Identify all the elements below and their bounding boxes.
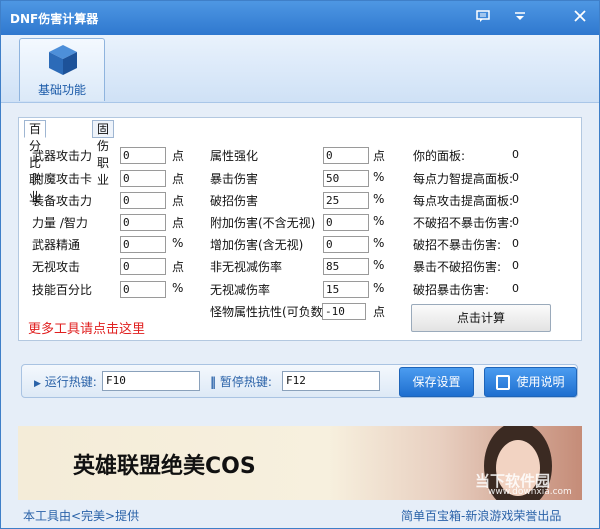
result-label: 破招暴击伤害: (413, 283, 490, 297)
save-settings-button[interactable]: 保存设置 (399, 367, 474, 397)
result-value: 0 (512, 237, 519, 250)
field-label: 技能百分比 (32, 283, 93, 297)
footer-credit: 本工具由<完美>提供 (23, 509, 140, 523)
result-value: 0 (512, 193, 519, 206)
result-label: 破招不暴击伤害: (413, 238, 502, 252)
field-label: 无视攻击 (32, 260, 81, 274)
title-bar: DNF伤害计算器 (1, 1, 599, 35)
field-label: 无视减伤率 (210, 283, 271, 297)
field-label: 增加伤害(含无视) (210, 238, 304, 252)
cube-icon (49, 45, 77, 75)
result-value: 0 (512, 171, 519, 184)
tab-fixed-class[interactable]: 固伤职业 (92, 120, 115, 187)
message-icon[interactable] (472, 7, 494, 29)
unit-label: 点 (373, 305, 386, 319)
field-input[interactable]: 0 (120, 214, 166, 231)
footer: 本工具由<完美>提供 简单百宝箱-新浪游戏荣誉出品 (1, 503, 599, 529)
field-input[interactable]: 0 (120, 170, 166, 187)
unit-label: 点 (172, 216, 185, 230)
toolbar: 基础功能 (1, 35, 599, 103)
unit-label: % (373, 170, 385, 184)
hotkey-bar: ▶ 运行热键: F10 ‖ 暂停热键: F12 保存设置 使用说明 (21, 364, 578, 398)
field-input[interactable]: -10 (322, 303, 366, 320)
footer-publisher: 简单百宝箱-新浪游戏荣誉出品 (401, 509, 562, 523)
unit-label: % (373, 281, 385, 295)
basic-function-label: 基础功能 (37, 83, 86, 97)
field-input[interactable]: 50 (323, 170, 369, 187)
pause-hotkey-text: 暂停热键: (219, 375, 272, 389)
unit-label: 点 (373, 149, 386, 163)
field-input[interactable]: 85 (323, 258, 369, 275)
field-input[interactable]: 0 (120, 147, 166, 164)
tab-percent-class[interactable]: 百分比职业 (24, 120, 47, 204)
field-input[interactable]: 0 (323, 147, 369, 164)
close-icon[interactable] (569, 7, 591, 29)
unit-label: % (172, 281, 184, 295)
pause-icon: ‖ (210, 375, 216, 389)
basic-function-button[interactable]: 基础功能 (19, 38, 105, 101)
field-label: 破招伤害 (210, 194, 259, 208)
unit-label: % (373, 236, 385, 250)
field-label: 武器精通 (32, 238, 81, 252)
result-label: 不破招不暴击伤害: (413, 216, 514, 230)
run-hotkey-label: ▶ 运行热键: (34, 373, 97, 390)
field-label: 附魔攻击卡 (32, 172, 93, 186)
book-icon (496, 375, 511, 390)
help-label: 使用说明 (516, 375, 565, 389)
result-label: 每点攻击提高面板: (413, 194, 514, 208)
unit-label: % (373, 258, 385, 272)
field-label: 属性强化 (210, 149, 259, 163)
run-hotkey-text: 运行热键: (44, 375, 97, 389)
result-value: 0 (512, 215, 519, 228)
field-input[interactable]: 0 (120, 192, 166, 209)
play-icon: ▶ (34, 379, 41, 389)
unit-label: 点 (172, 149, 185, 163)
field-label: 装备攻击力 (32, 194, 93, 208)
field-input[interactable]: 0 (120, 258, 166, 275)
calculator-panel: 百分比职业 固伤职业 更多工具请点击这里 点击计算 武器攻击力 0 点附魔攻击卡 0 点… (18, 117, 582, 341)
menu-icon[interactable] (509, 7, 531, 29)
window-title: DNF伤害计算器 (10, 12, 99, 26)
field-input[interactable]: 0 (323, 214, 369, 231)
result-value: 0 (512, 282, 519, 295)
unit-label: 点 (172, 194, 185, 208)
unit-label: % (373, 192, 385, 206)
pause-hotkey-input[interactable]: F12 (282, 371, 380, 391)
field-input[interactable]: 0 (323, 236, 369, 253)
result-value: 0 (512, 148, 519, 161)
banner-text: 英雄联盟绝美COS (73, 454, 256, 479)
field-label: 暴击伤害 (210, 172, 259, 186)
unit-label: 点 (172, 260, 185, 274)
field-label: 附加伤害(不含无视) (210, 216, 316, 230)
result-label: 你的面板: (413, 149, 466, 163)
field-input[interactable]: 25 (323, 192, 369, 209)
unit-label: % (373, 214, 385, 228)
result-label: 暴击不破招伤害: (413, 260, 502, 274)
more-tools-link[interactable]: 更多工具请点击这里 (28, 318, 145, 337)
field-input[interactable]: 15 (323, 281, 369, 298)
watermark-url: www.downxia.com (488, 487, 572, 497)
unit-label: % (172, 236, 184, 250)
help-button[interactable]: 使用说明 (484, 367, 577, 397)
field-label: 非无视减伤率 (210, 260, 283, 274)
run-hotkey-input[interactable]: F10 (102, 371, 200, 391)
result-label: 每点力智提高面板: (413, 172, 514, 186)
result-value: 0 (512, 259, 519, 272)
calculate-button[interactable]: 点击计算 (411, 304, 551, 332)
field-label: 怪物属性抗性(可负数) (210, 305, 328, 319)
ad-banner[interactable]: 英雄联盟绝美COS 当下软件园 www.downxia.com (18, 426, 582, 500)
pause-hotkey-label: ‖ 暂停热键: (210, 373, 272, 390)
field-label: 武器攻击力 (32, 149, 93, 163)
field-label: 力量 /智力 (32, 216, 88, 230)
field-input[interactable]: 0 (120, 236, 166, 253)
unit-label: 点 (172, 172, 185, 186)
field-input[interactable]: 0 (120, 281, 166, 298)
app-window: DNF伤害计算器 基础功能 百分比职业 固伤职业 更多工具请点击这里 点击计算 … (0, 0, 600, 529)
